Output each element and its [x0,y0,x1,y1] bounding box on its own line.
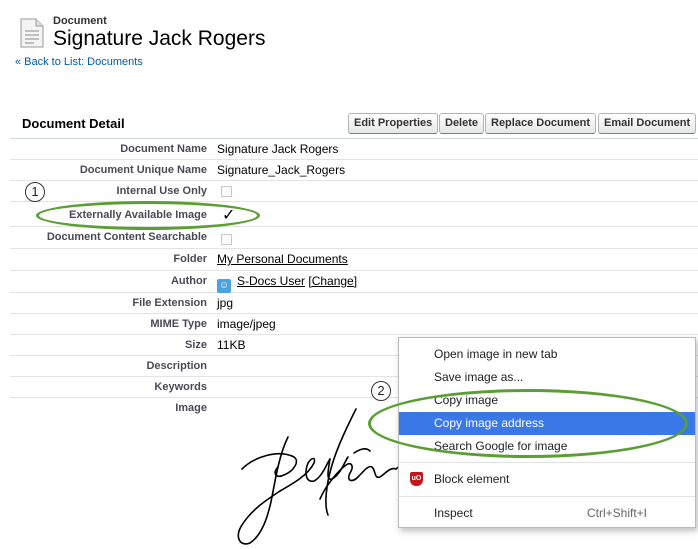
row-internal-use: Internal Use Only [10,181,698,202]
row-mime-type: MIME Type image/jpeg [10,314,698,335]
change-author-link[interactable]: [Change] [308,274,357,288]
author-link[interactable]: S-Docs User [237,274,305,288]
edit-properties-button[interactable]: Edit Properties [348,113,439,134]
row-folder: Folder My Personal Documents [10,249,698,271]
menu-item-inspect[interactable]: Inspect Ctrl+Shift+I [399,502,695,525]
back-to-list-link[interactable]: « Back to List: Documents [15,56,143,68]
field-label: Description [146,360,207,372]
delete-button[interactable]: Delete [439,113,485,134]
field-label: MIME Type [150,318,207,330]
highlight-ring-copy-image-address [368,389,688,458]
replace-document-button[interactable]: Replace Document [485,113,597,134]
step-2-marker: 2 [371,381,391,401]
field-label: Author [170,275,207,287]
menu-separator [399,462,695,463]
field-label: Internal Use Only [116,185,207,197]
field-label: Size [184,339,207,351]
content-searchable-checkbox [221,234,232,245]
menu-item-open-image-new-tab[interactable]: Open image in new tab [399,343,695,366]
field-label: Document Unique Name [79,164,207,176]
size-value: 11KB [217,338,246,352]
menu-separator [399,496,695,497]
folder-link[interactable]: My Personal Documents [217,252,348,266]
field-label: Document Name [120,143,207,155]
field-label: Image [175,402,207,414]
email-document-button[interactable]: Email Document [598,113,697,134]
file-extension-value: jpg [217,296,234,310]
page-subtitle: Document [53,15,107,27]
row-unique-name: Document Unique Name Signature_Jack_Roge… [10,160,698,181]
user-avatar-icon: ☺ [217,279,231,293]
row-document-name: Document Name Signature Jack Rogers [10,139,698,160]
inspect-label: Inspect [434,506,473,520]
ublock-icon: uO [410,472,423,486]
highlight-ring-externally-available [36,201,260,230]
document-icon [20,18,44,48]
folder-value: My Personal Documents [217,252,348,266]
unique-name-value: Signature_Jack_Rogers [217,163,346,177]
field-label: Folder [173,253,207,265]
author-value: ☺ S-Docs User [Change] [217,274,357,293]
section-title: Document Detail [22,116,125,131]
field-label: Keywords [154,381,207,393]
document-name-value: Signature Jack Rogers [217,142,339,156]
field-label: File Extension [132,297,207,309]
row-file-extension: File Extension jpg [10,293,698,314]
row-author: Author ☺ S-Docs User [Change] [10,271,698,293]
field-label: Document Content Searchable [46,231,207,243]
mime-type-value: image/jpeg [217,317,276,331]
menu-item-save-image-as[interactable]: Save image as... [399,366,695,389]
internal-use-checkbox [221,186,232,197]
step-1-marker: 1 [25,182,45,202]
row-content-searchable: Document Content Searchable [10,227,698,249]
block-element-label: Block element [434,472,510,486]
menu-item-block-element[interactable]: uO Block element [399,468,695,491]
inspect-shortcut: Ctrl+Shift+I [586,506,647,520]
page-title: Signature Jack Rogers [53,27,266,50]
